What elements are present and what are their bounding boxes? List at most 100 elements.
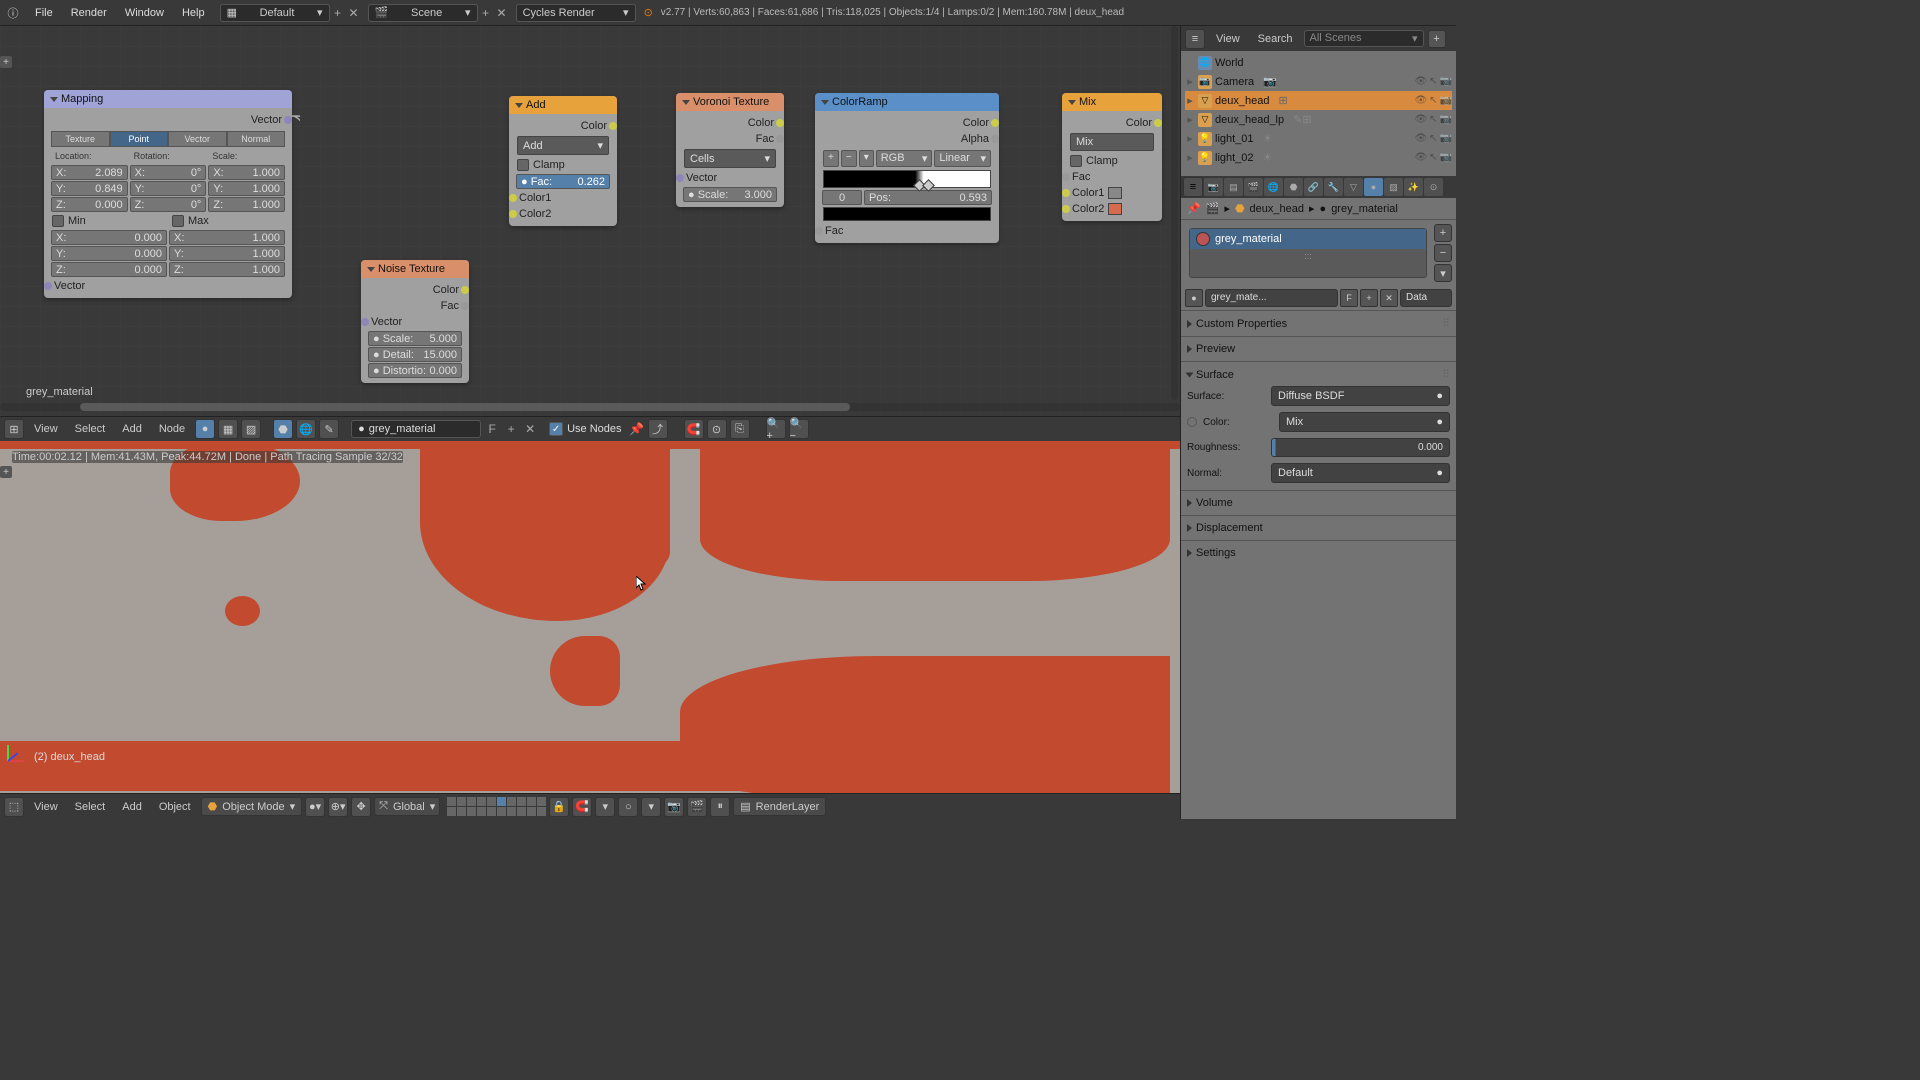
tab-object[interactable]: ⬣ [1284, 178, 1303, 196]
panel-surface[interactable]: Surface⠿ [1187, 366, 1450, 383]
roughness-slider[interactable]: 0.000 [1271, 438, 1450, 457]
slot-remove-button[interactable]: − [1434, 244, 1452, 262]
tab-texture[interactable]: Texture [51, 131, 110, 147]
loc-z[interactable]: Z:0.000 [51, 197, 128, 212]
lock-camera-icon[interactable]: 🔒 [549, 797, 569, 817]
slot-list-grip[interactable]: ::: [1190, 249, 1426, 263]
surface-shader-dropdown[interactable]: Diffuse BSDF● [1271, 386, 1450, 406]
ne-menu-select[interactable]: Select [68, 423, 113, 435]
ne-menu-view[interactable]: View [27, 423, 65, 435]
outliner-add-button[interactable]: + [1428, 30, 1446, 48]
material-slot-0[interactable]: grey_material [1190, 229, 1426, 249]
noise-distortion[interactable]: ● Distortio:0.000 [368, 363, 462, 378]
tab-constraints[interactable]: 🔗 [1304, 178, 1323, 196]
copy-nodes-icon[interactable]: ⎘ [730, 419, 750, 439]
outliner-view-menu[interactable]: View [1209, 33, 1247, 45]
tab-particles[interactable]: ✨ [1404, 178, 1423, 196]
tab-point[interactable]: Point [110, 131, 169, 147]
tab-data[interactable]: ▽ [1344, 178, 1363, 196]
socket-vector-in[interactable]: Vector [48, 278, 288, 294]
tab-texture[interactable]: ▨ [1384, 178, 1403, 196]
pin-button[interactable]: 📌 [629, 421, 645, 437]
scrollbar-h[interactable] [0, 403, 1180, 411]
ramp-add-stop[interactable]: + [823, 150, 839, 167]
render-anim-icon[interactable]: 🎬 [687, 797, 707, 817]
ramp-menu[interactable]: ▾ [859, 150, 874, 167]
tree-row-light-02[interactable]: ▸💡light_02☀👁↖📷 [1185, 148, 1452, 167]
3d-viewport[interactable]: Time:00:02.12 | Mem:41.43M, Peak:44.72M … [0, 441, 1180, 793]
screen-layout-dropdown[interactable]: ▦ Default ▾ [220, 4, 330, 22]
use-nodes-check[interactable]: ✓Use Nodes [549, 422, 621, 436]
vp-menu-add[interactable]: Add [115, 801, 149, 813]
material-new-button[interactable]: + [1360, 289, 1378, 307]
outliner-filter-dropdown[interactable]: All Scenes▾ [1304, 30, 1424, 47]
render-engine-dropdown[interactable]: Cycles Render▾ [516, 4, 636, 22]
backdrop-zoom-out-icon[interactable]: 🔍− [789, 419, 809, 439]
menu-file[interactable]: File [26, 7, 62, 19]
mapping-min-check[interactable]: Min [48, 213, 168, 229]
node-noise[interactable]: Noise Texture Color Fac Vector ● Scale:5… [361, 260, 469, 383]
scl-z[interactable]: Z:1.000 [208, 197, 285, 212]
snap-type-icon[interactable]: ⊙ [707, 419, 727, 439]
vp-toolbar-expand[interactable]: + [0, 466, 12, 478]
voronoi-mode[interactable]: Cells▾ [684, 149, 776, 168]
render-image-icon[interactable]: 📷 [664, 797, 684, 817]
tab-modifiers[interactable]: 🔧 [1324, 178, 1343, 196]
node-noise-header[interactable]: Noise Texture [361, 260, 469, 278]
scene-remove-button[interactable]: ✕ [494, 5, 510, 21]
tree-type-tex-icon[interactable]: ▨ [241, 419, 261, 439]
tree-row-deux-head-lp[interactable]: ▸▽deux_head_lp✎⊞👁↖📷 [1185, 110, 1452, 129]
crumb-obj[interactable]: deux_head [1250, 203, 1304, 215]
node-mix-header[interactable]: Mix [1062, 93, 1162, 111]
snap-button[interactable]: 🧲 [684, 419, 704, 439]
menu-help[interactable]: Help [173, 7, 214, 19]
panel-custom-props[interactable]: Custom Properties⠿ [1187, 315, 1450, 332]
tab-physics[interactable]: ⊙ [1424, 178, 1443, 196]
tab-render[interactable]: 📷 [1204, 178, 1223, 196]
material-browse-icon[interactable]: ● [1185, 289, 1203, 307]
vp-menu-object[interactable]: Object [152, 801, 198, 813]
mat-f-button[interactable]: F [484, 421, 500, 437]
snap-element-icon[interactable]: ▾ [595, 797, 615, 817]
material-link-dropdown[interactable]: Data [1400, 289, 1452, 307]
material-slots-list[interactable]: grey_material ::: [1189, 228, 1427, 278]
manipulator-icon[interactable]: ✥ [351, 797, 371, 817]
mode-dropdown[interactable]: ⬣Object Mode▾ [201, 797, 303, 816]
loc-y[interactable]: Y:0.849 [51, 181, 128, 196]
tab-normal[interactable]: Normal [227, 131, 286, 147]
ramp-colorspace[interactable]: RGB▾ [876, 150, 933, 167]
scrollbar-h-thumb[interactable] [80, 403, 850, 411]
loc-x[interactable]: X:2.089 [51, 165, 128, 180]
shader-type-world-icon[interactable]: 🌐 [296, 419, 316, 439]
mapping-type-tabs[interactable]: Texture Point Vector Normal [51, 131, 285, 147]
node-mapping-header[interactable]: Mapping [44, 90, 292, 108]
scrollbar-v[interactable] [1171, 26, 1178, 400]
backdrop-zoom-in-icon[interactable]: 🔍+ [766, 419, 786, 439]
mapping-max-check[interactable]: Max [168, 213, 288, 229]
scene-dropdown[interactable]: 🎬 Scene ▾ [368, 4, 478, 22]
ramp-interp[interactable]: Linear▾ [934, 150, 991, 167]
tree-type-shader-icon[interactable]: ● [195, 419, 215, 439]
vp-menu-select[interactable]: Select [68, 801, 113, 813]
node-add-header[interactable]: Add [509, 96, 617, 114]
voronoi-scale[interactable]: ● Scale:3.000 [683, 187, 777, 202]
pause-render-icon[interactable]: ⏸ [710, 797, 730, 817]
pin-icon[interactable]: 📌 [1187, 202, 1201, 215]
orientation-dropdown[interactable]: ⤧Global▾ [374, 797, 440, 816]
menu-window[interactable]: Window [116, 7, 173, 19]
editor-type-icon[interactable]: ⓘ [0, 3, 26, 23]
mix-clamp[interactable]: Clamp [1066, 153, 1158, 169]
shader-type-object-icon[interactable]: ⬣ [273, 419, 293, 439]
layout-add-button[interactable]: + [330, 5, 346, 21]
slot-add-button[interactable]: + [1434, 224, 1452, 242]
tree-row-deux-head[interactable]: ▸▽deux_head⊞👁↖📷 [1185, 91, 1452, 110]
color-input-dropdown[interactable]: Mix● [1279, 412, 1450, 432]
fake-user-button[interactable]: F [1340, 289, 1358, 307]
node-colorramp[interactable]: ColorRamp Color Alpha + − ▾ RGB▾ Linear▾… [815, 93, 999, 243]
slot-menu-button[interactable]: ▾ [1434, 264, 1452, 282]
material-selector[interactable]: ●grey_material [351, 420, 481, 438]
scl-y[interactable]: Y:1.000 [208, 181, 285, 196]
node-editor[interactable]: + grey_material Mapping Vector Texture P… [0, 26, 1180, 416]
scene-add-button[interactable]: + [478, 5, 494, 21]
tab-vector[interactable]: Vector [168, 131, 227, 147]
